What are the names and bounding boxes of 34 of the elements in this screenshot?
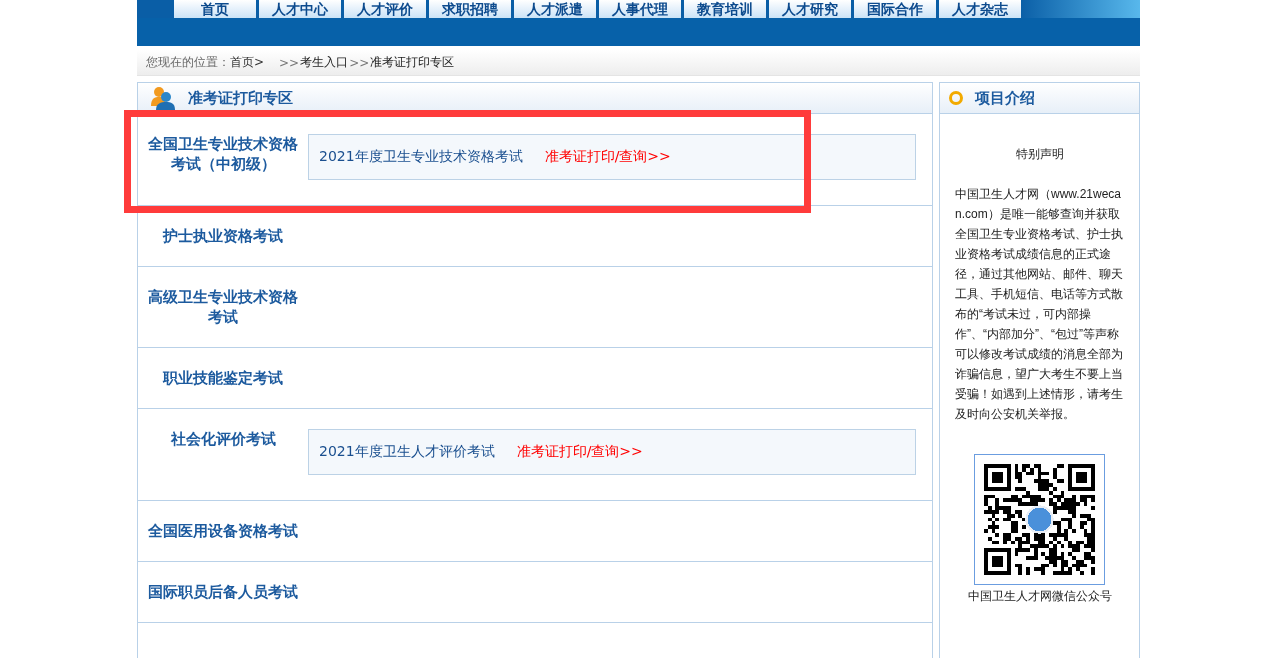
nav-tab[interactable]: 人才派遣 — [514, 0, 596, 18]
nav-tab[interactable]: 国际合作 — [854, 0, 936, 18]
exam-category: 社会化评价考试 — [169, 429, 277, 449]
breadcrumb-separator: >> — [279, 55, 300, 70]
panel-title: 项目介绍 — [975, 88, 1035, 108]
print-link[interactable]: 准考证打印/查询>> — [544, 148, 671, 166]
people-icon — [151, 86, 175, 110]
notice-heading: 特别声明 — [1015, 146, 1064, 163]
breadcrumb-current: 准考证打印专区 — [370, 54, 455, 71]
notice-text: 中国卫生人才网（www.21wecan.com）是唯一能够查询并获取全国卫生专业资格考试、护士执业资格考试成绩信息的正式途径，通过其他网站、邮件、聊天工具、手机短信、电话等方式散布的“考试未过，可内部操作”、“内部加分”、“包过”等声称可以修改考试成绩的消息全部为诈骗信息，望广大考生不要上当受骗！如遇到上述情形，请考生及时向公安机关举报。 — [954, 186, 1124, 423]
exam-category: 护士执业资格考试 — [161, 226, 284, 246]
nav-tab[interactable]: 人才评价 — [344, 0, 426, 18]
breadcrumb-link[interactable]: 首页> — [230, 54, 265, 71]
exam-category: 全国卫生专业技术资格考试（中初级） — [147, 134, 299, 174]
nav-tab[interactable]: 教育培训 — [684, 0, 766, 18]
nav-tab[interactable]: 人才研究 — [769, 0, 851, 18]
nav-tab[interactable]: 首页 — [174, 0, 256, 18]
nav-tab[interactable]: 人才杂志 — [939, 0, 1021, 18]
exam-category: 高级卫生专业技术资格考试 — [147, 287, 299, 327]
exam-name: 2021年度卫生专业技术资格考试 — [319, 148, 523, 166]
breadcrumb-separator: >> — [349, 55, 370, 70]
panel-title: 准考证打印专区 — [188, 88, 293, 108]
qr-caption: 中国卫生人才网微信公众号 — [967, 588, 1112, 605]
exam-category: 全国医用设备资格考试 — [147, 521, 299, 541]
exam-category: 职业技能鉴定考试 — [162, 368, 284, 388]
breadcrumb-label: 您现在的位置： — [146, 54, 230, 71]
exam-name: 2021年度卫生人才评价考试 — [319, 443, 495, 461]
nav-tab[interactable]: 人事代理 — [599, 0, 681, 18]
print-link[interactable]: 准考证打印/查询>> — [516, 443, 643, 461]
nav-tab[interactable]: 求职招聘 — [429, 0, 511, 18]
exam-category: 国际职员后备人员考试 — [147, 582, 299, 602]
ring-icon — [949, 91, 963, 105]
nav-tab[interactable]: 人才中心 — [259, 0, 341, 18]
breadcrumb-link[interactable]: 考生入口 — [300, 54, 349, 71]
